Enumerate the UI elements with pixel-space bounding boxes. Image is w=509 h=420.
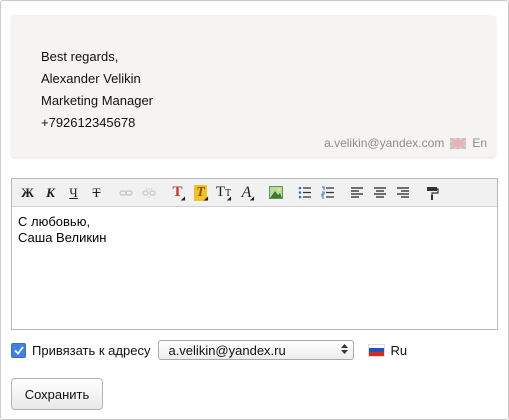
font-size-button[interactable]: TT bbox=[212, 182, 235, 204]
strikethrough-button[interactable]: Т bbox=[85, 182, 108, 204]
address-select[interactable]: a.velikin@yandex.ru bbox=[158, 340, 355, 360]
align-center-icon bbox=[373, 186, 386, 198]
save-button[interactable]: Сохранить bbox=[11, 378, 103, 410]
image-icon bbox=[268, 186, 283, 199]
checkmark-icon bbox=[13, 345, 24, 355]
align-center-button[interactable] bbox=[368, 182, 391, 204]
signature-line: Best regards, bbox=[41, 49, 119, 64]
signature-line: Alexander Velikin bbox=[41, 71, 141, 86]
signature-line: +792612345678 bbox=[41, 115, 136, 130]
bulleted-list-icon bbox=[298, 186, 311, 199]
link-button[interactable] bbox=[114, 182, 137, 204]
align-left-button[interactable] bbox=[345, 182, 368, 204]
signature-preview-text: Best regards, Alexander Velikin Marketin… bbox=[41, 46, 153, 134]
paint-roller-icon bbox=[426, 186, 439, 200]
select-arrows-icon bbox=[341, 344, 349, 354]
bind-address-checkbox[interactable] bbox=[11, 342, 26, 358]
bind-address-row: Привязать к адресу a.velikin@yandex.ru R… bbox=[11, 340, 407, 360]
bold-button[interactable]: Ж bbox=[16, 182, 39, 204]
insert-image-button[interactable] bbox=[264, 182, 287, 204]
align-right-button[interactable] bbox=[391, 182, 414, 204]
signature-line: Marketing Manager bbox=[41, 93, 153, 108]
unlink-icon bbox=[141, 187, 156, 198]
bind-language: Ru bbox=[390, 342, 408, 358]
bind-address-label: Привязать к адресу bbox=[32, 342, 151, 358]
bulleted-list-button[interactable] bbox=[293, 182, 316, 204]
editor-line: Саша Великин bbox=[18, 230, 107, 245]
font-family-button[interactable]: A bbox=[235, 182, 258, 204]
signature-language: En bbox=[472, 136, 487, 150]
signature-preview-card: Best regards, Alexander Velikin Marketin… bbox=[11, 15, 496, 157]
unlink-button[interactable] bbox=[137, 182, 160, 204]
align-left-icon bbox=[350, 186, 363, 198]
highlight-color-button[interactable]: T bbox=[189, 182, 212, 204]
underline-button[interactable]: Ч bbox=[62, 182, 85, 204]
editor-toolbar: Ж К Ч Т T T TT A bbox=[12, 179, 497, 207]
editor-content[interactable]: С любовью, Саша Великин bbox=[12, 207, 497, 253]
numbered-list-icon bbox=[321, 186, 334, 199]
signature-email: a.velikin@yandex.com bbox=[324, 136, 445, 150]
clear-format-button[interactable] bbox=[420, 182, 443, 204]
address-select-value: a.velikin@yandex.ru bbox=[168, 342, 286, 358]
align-right-icon bbox=[396, 186, 409, 198]
uk-flag-icon bbox=[450, 137, 467, 149]
italic-button[interactable]: К bbox=[39, 182, 62, 204]
numbered-list-button[interactable] bbox=[316, 182, 339, 204]
signature-editor: Ж К Ч Т T T TT A С любовью, Саша Великин bbox=[11, 178, 498, 330]
editor-line: С любовью, bbox=[18, 214, 91, 229]
link-icon bbox=[118, 189, 133, 196]
text-color-button[interactable]: T bbox=[166, 182, 189, 204]
ru-flag-icon bbox=[368, 343, 386, 357]
signature-meta: a.velikin@yandex.com En bbox=[324, 136, 487, 150]
